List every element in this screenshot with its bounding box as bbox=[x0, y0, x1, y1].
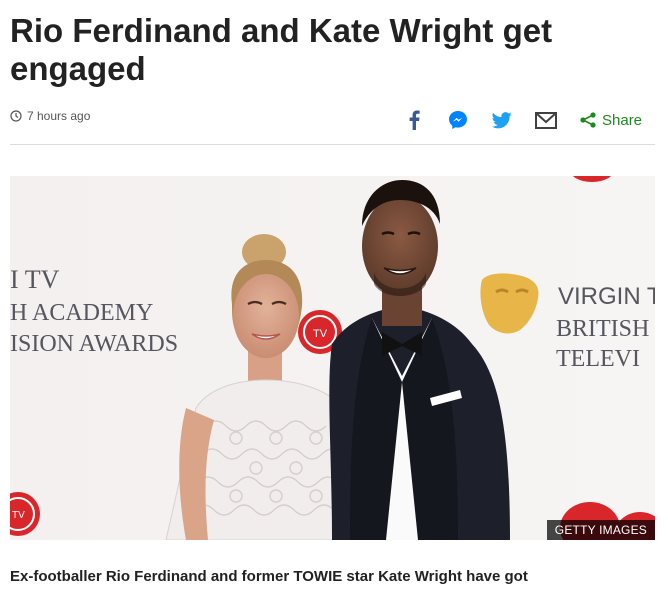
divider bbox=[10, 144, 655, 145]
svg-text:I TV: I TV bbox=[10, 265, 60, 294]
email-icon bbox=[535, 111, 557, 129]
timestamp: 7 hours ago bbox=[10, 109, 90, 123]
article-photo: I TV H ACADEMY ISION AWARDS VIRGIN T BRI… bbox=[10, 176, 655, 540]
photo-illustration: I TV H ACADEMY ISION AWARDS VIRGIN T BRI… bbox=[10, 176, 655, 540]
svg-text:H ACADEMY: H ACADEMY bbox=[10, 300, 153, 326]
clock-icon bbox=[10, 110, 22, 122]
share-label: Share bbox=[602, 111, 643, 129]
svg-text:VIRGIN T: VIRGIN T bbox=[558, 283, 655, 310]
svg-text:TELEVI: TELEVI bbox=[556, 346, 640, 372]
svg-text:TV: TV bbox=[313, 328, 328, 340]
article-meta: 7 hours ago Share bbox=[10, 104, 655, 130]
email-share-button[interactable] bbox=[534, 107, 558, 133]
svg-text:ISION AWARDS: ISION AWARDS bbox=[10, 331, 178, 357]
timestamp-text: 7 hours ago bbox=[27, 109, 91, 123]
svg-text:BRITISH: BRITISH bbox=[556, 316, 649, 342]
messenger-icon bbox=[449, 111, 467, 129]
messenger-share-button[interactable] bbox=[447, 107, 469, 133]
share-icon bbox=[580, 112, 596, 128]
article-headline: Rio Ferdinand and Kate Wright get engage… bbox=[10, 12, 553, 87]
article-standfirst: Ex-footballer Rio Ferdinand and former T… bbox=[10, 568, 528, 585]
twitter-icon bbox=[492, 111, 512, 128]
image-credit: GETTY IMAGES bbox=[546, 520, 655, 540]
twitter-share-button[interactable] bbox=[491, 107, 513, 133]
facebook-share-button[interactable] bbox=[404, 107, 424, 133]
facebook-icon bbox=[409, 110, 420, 130]
share-button[interactable]: Share bbox=[580, 107, 642, 133]
svg-text:TV: TV bbox=[12, 510, 25, 521]
